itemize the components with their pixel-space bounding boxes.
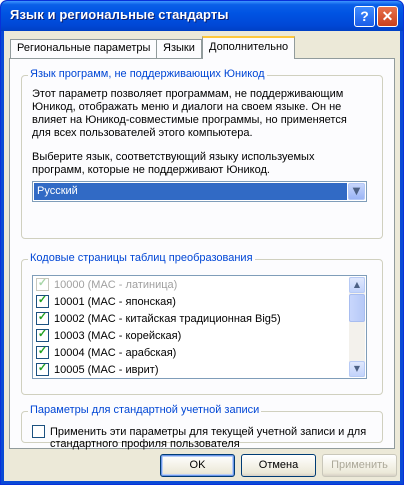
codepage-checkbox[interactable] (36, 327, 49, 342)
nonunicode-description-line-4: для всех пользователей этого компьютера. (32, 127, 253, 139)
default-account-legend: Параметры для стандартной учетной записи (28, 404, 262, 416)
scroll-up-button[interactable]: ▲ (349, 277, 365, 293)
codepage-label: 10004 (MAC - арабская) (54, 347, 177, 359)
help-button[interactable]: ? (354, 6, 375, 27)
codepages-legend: Кодовые страницы таблиц преобразования (28, 252, 255, 264)
codepages-list[interactable]: 10000 (MAC - латиница) 10001 (MAC - япон… (32, 275, 367, 379)
dialog-client-area: Региональные параметры Языки Дополнитель… (4, 31, 400, 481)
window-title: Язык и региональные стандарты (10, 7, 229, 22)
codepage-checkbox[interactable] (36, 293, 49, 308)
close-button[interactable]: ✕ (377, 6, 398, 27)
language-select-value: Русский (34, 183, 347, 200)
window-frame-bottom (1, 481, 403, 484)
close-icon: ✕ (381, 8, 394, 24)
nonunicode-description-line-2: Юникод, отображать меню и диалоги на сво… (32, 101, 342, 113)
tab-languages[interactable]: Языки (156, 39, 202, 58)
language-select[interactable]: Русский ▼ (32, 181, 367, 202)
nonunicode-legend: Язык программ, не поддерживающих Юникод (28, 68, 267, 80)
cancel-button[interactable]: Отмена (241, 454, 316, 477)
window-frame-right (400, 31, 403, 484)
tab-regional-options[interactable]: Региональные параметры (10, 39, 158, 58)
codepage-item[interactable]: 10001 (MAC - японская) (36, 293, 176, 311)
codepage-checkbox[interactable] (36, 276, 49, 291)
codepage-checkbox[interactable] (36, 361, 49, 376)
apply-default-label-line-2: стандартного профиля пользователя (50, 438, 240, 450)
apply-default-checkbox[interactable] (32, 425, 45, 438)
codepage-label: 10002 (MAC - китайская традиционная Big5… (54, 313, 281, 325)
chevron-down-icon: ▼ (353, 364, 361, 373)
nonunicode-prompt-line-2: программ, которые не поддерживают Юникод… (32, 164, 270, 176)
nonunicode-prompt-line-1: Выберите язык, соответствующий языку исп… (32, 151, 315, 163)
codepage-label: 10000 (MAC - латиница) (54, 279, 178, 291)
nonunicode-description-line-3: влияет на Юникод-совместимые программы, … (32, 114, 347, 126)
nonunicode-description-line-1: Этот параметр позволяет программам, не п… (32, 88, 344, 100)
chevron-up-icon: ▲ (353, 280, 361, 289)
codepage-item[interactable]: 10000 (MAC - латиница) (36, 276, 178, 294)
codepage-item[interactable]: 10004 (MAC - арабская) (36, 344, 177, 362)
tab-panel-advanced: Язык программ, не поддерживающих Юникод … (9, 58, 395, 450)
codepage-label: 10005 (MAC - иврит) (54, 364, 159, 376)
codepage-item[interactable]: 10002 (MAC - китайская традиционная Big5… (36, 310, 281, 328)
dialog-window: Язык и региональные стандарты ? ✕ Регион… (0, 0, 404, 485)
codepages-scrollbar[interactable]: ▲ ▼ (349, 277, 365, 377)
title-bar[interactable]: Язык и региональные стандарты ? ✕ (1, 1, 403, 31)
scroll-down-button[interactable]: ▼ (349, 361, 365, 377)
codepage-checkbox[interactable] (36, 344, 49, 359)
codepage-item[interactable]: 10003 (MAC - корейская) (36, 327, 182, 345)
codepage-checkbox[interactable] (36, 310, 49, 325)
codepage-label: 10001 (MAC - японская) (54, 296, 176, 308)
language-select-dropdown-button[interactable]: ▼ (348, 183, 365, 200)
apply-default-label-line-1: Применить эти параметры для текущей учет… (50, 426, 367, 438)
ok-button[interactable]: OK (160, 454, 235, 477)
chevron-down-icon: ▼ (352, 186, 361, 197)
help-icon: ? (360, 8, 369, 24)
apply-default-checkbox-row[interactable]: Применить эти параметры для текущей учет… (32, 425, 366, 438)
tab-advanced[interactable]: Дополнительно (202, 36, 296, 59)
codepage-item[interactable]: 10005 (MAC - иврит) (36, 361, 159, 379)
scroll-thumb[interactable] (349, 294, 365, 322)
apply-button[interactable]: Применить (322, 454, 397, 477)
codepage-label: 10003 (MAC - корейская) (54, 330, 182, 342)
